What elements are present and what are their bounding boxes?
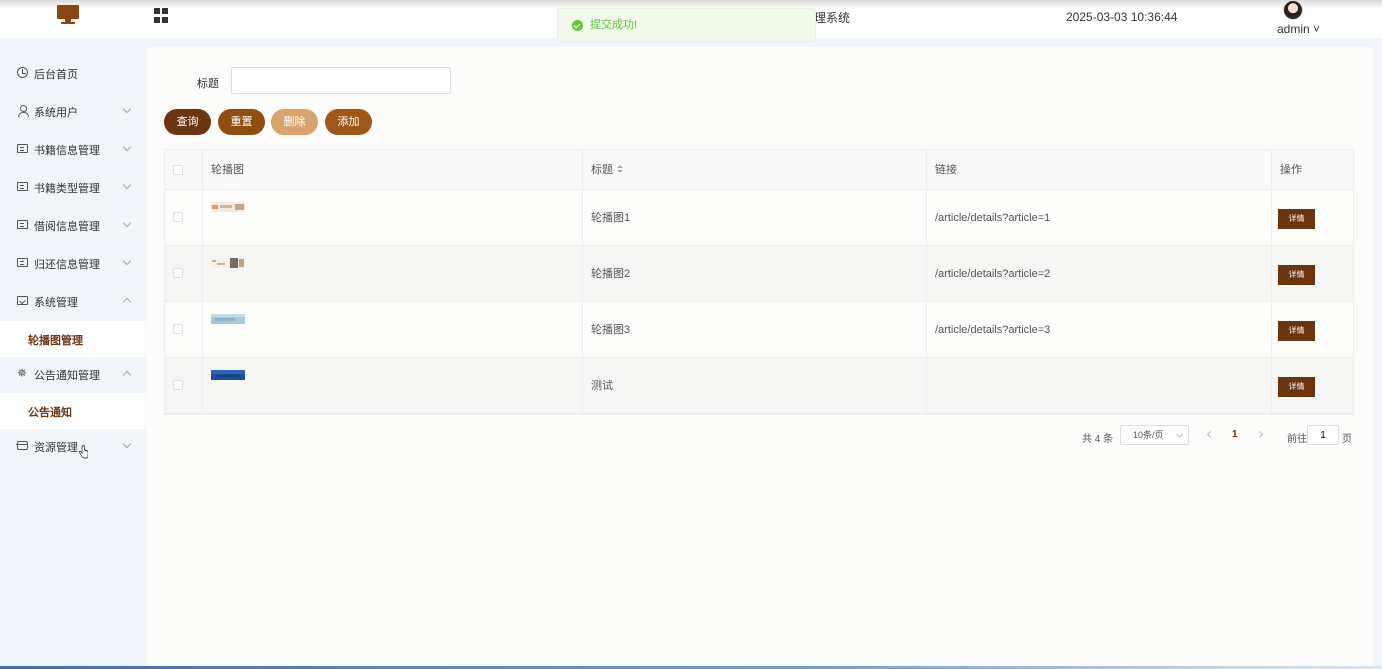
detail-button[interactable]: 详情 [1278, 209, 1315, 229]
chevron-right-icon[interactable] [1255, 430, 1264, 439]
success-toast: 提交成功! [557, 8, 816, 42]
chevron-down-icon [122, 104, 132, 114]
query-button[interactable]: 查询 [164, 109, 211, 135]
chevron-up-icon [122, 370, 132, 380]
sidebar-item-label: 系统用户 [34, 107, 78, 119]
row-checkbox[interactable] [173, 324, 183, 334]
table-row: 轮播图1 /article/details?article=1 详情 [165, 190, 1353, 246]
clock-icon [17, 67, 28, 78]
current-datetime: 2025-03-03 10:36:44 [1066, 10, 1178, 24]
row-link: /article/details?article=3 [927, 302, 1272, 358]
folder-check-icon [17, 296, 28, 305]
carousel-table: 轮播图 标题 链接 操作 轮播图1 /article/details?artic… [164, 149, 1354, 415]
reset-button[interactable]: 重置 [218, 109, 265, 135]
chevron-down-icon [122, 180, 132, 190]
header-action: 操作 [1280, 164, 1302, 176]
pagination-goto-label: 前往 [1287, 434, 1307, 445]
sidebar-item-system-users[interactable]: 系统用户 [0, 93, 145, 129]
row-title: 轮播图2 [583, 246, 927, 302]
detail-button[interactable]: 详情 [1278, 321, 1315, 341]
row-link: /article/details?article=2 [927, 246, 1272, 302]
select-all-checkbox[interactable] [173, 165, 183, 175]
search-title-label: 标题 [197, 78, 219, 90]
sidebar-item-label: 后台首页 [34, 69, 78, 81]
row-title: 测试 [583, 358, 927, 414]
chevron-down-icon [122, 439, 132, 449]
pagination-total: 共 4 条 [1082, 434, 1114, 445]
chevron-down-icon [122, 256, 132, 266]
pagination-page-suffix: 页 [1342, 434, 1352, 445]
sidebar-item-borrow-info[interactable]: 借阅信息管理 [0, 207, 145, 243]
user-icon [17, 105, 29, 117]
page-size-select[interactable]: 10条/页 [1120, 425, 1189, 445]
check-circle-icon [572, 20, 583, 31]
carousel-thumbnail [211, 314, 245, 324]
menu-toggle-grid-icon[interactable] [154, 8, 169, 23]
pagination-current-page[interactable]: 1 [1232, 429, 1238, 440]
chevron-down-icon [122, 218, 132, 228]
sidebar-item-system-management[interactable]: 系统管理 [0, 283, 145, 319]
detail-button[interactable]: 详情 [1278, 265, 1315, 285]
chevron-left-icon[interactable] [1206, 430, 1215, 439]
card-icon [17, 144, 28, 153]
sidebar-item-dashboard[interactable]: 后台首页 [0, 55, 145, 91]
sidebar-item-book-info[interactable]: 书籍信息管理 [0, 131, 145, 167]
hand-pointer-cursor-icon [79, 445, 88, 459]
sidebar-item-notice-management[interactable]: ✵ 公告通知管理 [0, 356, 145, 392]
user-dropdown[interactable]: admin ˅ [1277, 22, 1320, 36]
chevron-down-icon [122, 142, 132, 152]
spark-icon: ✵ [17, 366, 28, 380]
box-icon [16, 441, 28, 450]
sidebar: 后台首页 系统用户 书籍信息管理 书籍类型管理 借阅信息管理 归还信息管理 系统… [0, 38, 145, 669]
header-checkbox-cell [165, 150, 203, 190]
header-link: 链接 [927, 150, 1272, 190]
row-checkbox[interactable] [173, 268, 183, 278]
header-image: 轮播图 [203, 150, 583, 190]
sidebar-subitem-notice[interactable]: 公告通知 [0, 393, 145, 429]
carousel-thumbnail [211, 258, 245, 268]
table-header: 轮播图 标题 链接 操作 [165, 150, 1353, 190]
header-title[interactable]: 标题 [583, 150, 927, 190]
row-checkbox[interactable] [173, 380, 183, 390]
pagination-goto-input[interactable] [1307, 425, 1339, 445]
row-link: /article/details?article=1 [927, 190, 1272, 246]
monitor-logo-icon [57, 5, 79, 24]
sidebar-item-book-type[interactable]: 书籍类型管理 [0, 169, 145, 205]
table-row: 轮播图3 /article/details?article=3 详情 [165, 302, 1353, 358]
row-title: 轮播图3 [583, 302, 927, 358]
sidebar-item-label: 资源管理 [34, 442, 78, 454]
row-checkbox[interactable] [173, 212, 183, 222]
sidebar-item-resource-management[interactable]: 资源管理 [0, 428, 145, 464]
main-panel: 标题 查询 重置 删除 添加 轮播图 标题 链接 操作 轮播图1 /articl… [146, 47, 1373, 669]
sidebar-item-label: 借阅信息管理 [34, 221, 100, 233]
detail-button[interactable]: 详情 [1278, 377, 1315, 397]
row-title: 轮播图1 [583, 190, 927, 246]
system-title: 理系统 [814, 11, 851, 25]
header-title-label: 标题 [591, 164, 613, 176]
sidebar-item-label: 系统管理 [34, 297, 78, 309]
table-row: 测试 详情 [165, 358, 1353, 414]
card-icon [17, 258, 28, 267]
sidebar-item-label: 轮播图管理 [28, 335, 83, 347]
table-row: 轮播图2 /article/details?article=2 详情 [165, 246, 1353, 302]
sidebar-item-label: 公告通知管理 [34, 370, 100, 382]
sidebar-subitem-carousel-management[interactable]: 轮播图管理 [0, 321, 145, 357]
add-button[interactable]: 添加 [325, 109, 372, 135]
delete-button[interactable]: 删除 [271, 109, 318, 135]
card-icon [17, 220, 28, 229]
row-link [927, 358, 1272, 414]
sidebar-item-label: 公告通知 [28, 407, 72, 419]
sort-icon[interactable] [617, 165, 623, 175]
carousel-thumbnail [211, 202, 245, 212]
chevron-up-icon [122, 297, 132, 307]
sidebar-item-label: 归还信息管理 [34, 259, 100, 271]
card-icon [17, 182, 28, 191]
carousel-thumbnail [211, 370, 245, 380]
toast-message: 提交成功! [590, 19, 638, 31]
sidebar-item-label: 书籍信息管理 [34, 145, 100, 157]
sidebar-item-return-info[interactable]: 归还信息管理 [0, 245, 145, 281]
search-title-input[interactable] [231, 67, 451, 94]
avatar[interactable] [1283, 0, 1303, 20]
sidebar-item-label: 书籍类型管理 [34, 183, 100, 195]
